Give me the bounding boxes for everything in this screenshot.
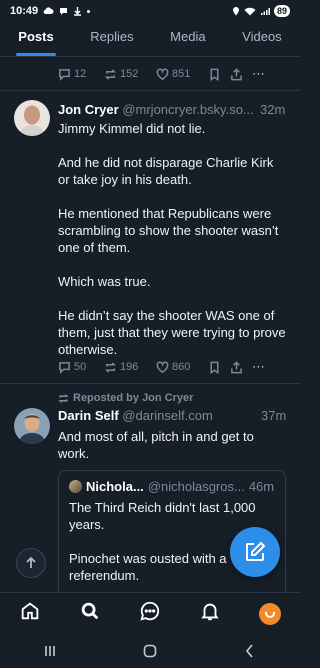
quote-avatar [69,480,82,493]
nav-notifications[interactable] [199,600,221,627]
post-time[interactable]: 37m [261,408,286,423]
avatar-image [14,408,50,444]
post-divider [0,383,300,384]
bookmark-button[interactable] [208,361,230,374]
repost-button[interactable]: 152 [104,68,156,81]
bottom-nav [0,592,300,634]
author-handle[interactable]: @mrjoncryer.bsky.so... [122,102,253,117]
tab-replies[interactable]: Replies [90,26,133,56]
status-left: 10:49 [10,5,91,17]
download-icon [74,7,82,16]
nav-search[interactable] [79,600,101,627]
avatar-image [14,100,50,136]
repost-indicator[interactable]: Reposted by Jon Cryer [58,392,193,404]
quote-time: 46m [248,479,275,494]
arrow-up-icon [26,556,36,568]
more-button[interactable]: ⋯ [252,359,274,375]
notification-dot [87,9,91,13]
post-actions: 50 196 860 ⋯ [58,359,274,375]
bookmark-icon [210,361,219,374]
wifi-icon [244,7,256,15]
share-button[interactable] [230,360,252,374]
system-nav-bar [0,634,300,668]
search-icon [81,602,99,620]
scroll-to-top-button[interactable] [16,548,46,578]
recent-apps-icon[interactable] [42,643,58,659]
repost-count: 152 [120,68,139,80]
like-count: 851 [172,68,191,80]
battery-indicator: 89 [273,5,290,17]
status-bar: 10:49 89 [0,0,300,22]
avatar-darin-self[interactable] [14,408,50,444]
reply-button[interactable]: 50 [58,361,104,374]
back-icon[interactable] [242,643,258,659]
tab-media[interactable]: Media [170,26,205,56]
heart-icon [156,68,169,80]
tab-videos[interactable]: Videos [242,26,282,56]
author-name[interactable]: Jon Cryer [58,102,119,117]
post-header: Jon Cryer @mrjoncryer.bsky.so... [58,102,254,117]
share-icon [231,360,242,373]
repost-label: Reposted by Jon Cryer [73,392,194,404]
repost-icon [104,361,117,373]
more-icon: ⋯ [252,359,265,374]
post-time[interactable]: 32m [260,102,285,117]
reply-icon [59,68,70,81]
signal-icon [260,7,270,15]
nav-profile[interactable] [259,602,281,625]
quote-handle: @nicholasgros... [147,479,245,494]
post-paragraph: He didn’t say the shooter WAS one of the… [58,308,286,357]
chat-icon [140,601,160,621]
like-button[interactable]: 860 [156,361,208,374]
heart-icon [156,361,169,373]
tabs-divider [0,56,300,57]
profile-avatar-icon [259,602,281,625]
repost-button[interactable]: 196 [104,361,156,374]
post-text: Jimmy Kimmel did not lie. And he did not… [58,120,288,358]
reply-count: 12 [74,68,87,80]
tab-posts[interactable]: Posts [16,26,57,56]
post-paragraph: He mentioned that Republicans were scram… [58,206,279,255]
share-button[interactable] [230,67,252,81]
repost-icon [58,393,69,403]
post-paragraph: And he did not disparage Charlie Kirk or… [58,155,274,187]
post-paragraph: Jimmy Kimmel did not lie. [58,121,206,136]
like-button[interactable]: 851 [156,68,208,81]
location-icon [232,7,239,16]
like-count: 860 [172,361,191,373]
post-text: And most of all, pitch in and get to wor… [58,428,288,462]
status-time: 10:49 [10,5,39,17]
reply-count: 50 [74,361,87,373]
profile-tabs: Posts Replies Media Videos [0,26,300,56]
author-name[interactable]: Darin Self [58,408,119,423]
compose-button[interactable] [230,527,280,577]
nav-chat[interactable] [139,600,161,627]
nav-home[interactable] [19,600,41,627]
home-circle-icon[interactable] [142,643,158,659]
quote-author: Nichola... [86,479,144,494]
prev-post-actions: 12 152 851 ⋯ [58,66,274,82]
avatar-jon-cryer[interactable] [14,100,50,136]
more-button[interactable]: ⋯ [252,66,274,82]
post-header: Darin Self @darinself.com [58,408,213,423]
reply-icon [59,361,70,374]
bell-icon [201,603,219,621]
share-icon [231,67,242,80]
bookmark-button[interactable] [208,68,230,81]
post-divider [0,90,300,91]
post-paragraph: And most of all, pitch in and get to wor… [58,429,254,461]
home-icon [21,602,39,620]
repost-icon [104,68,117,80]
reply-button[interactable]: 12 [58,68,104,81]
post-paragraph: Which was true. [58,274,151,289]
bookmark-icon [210,68,219,81]
status-right: 89 [232,5,290,17]
quote-header: Nichola... @nicholasgros... 46m [69,479,274,494]
author-handle[interactable]: @darinself.com [122,408,213,423]
repost-count: 196 [120,361,139,373]
cloud-icon [43,7,54,15]
more-icon: ⋯ [252,66,265,81]
chat-icon [60,7,68,15]
compose-icon [246,541,266,561]
